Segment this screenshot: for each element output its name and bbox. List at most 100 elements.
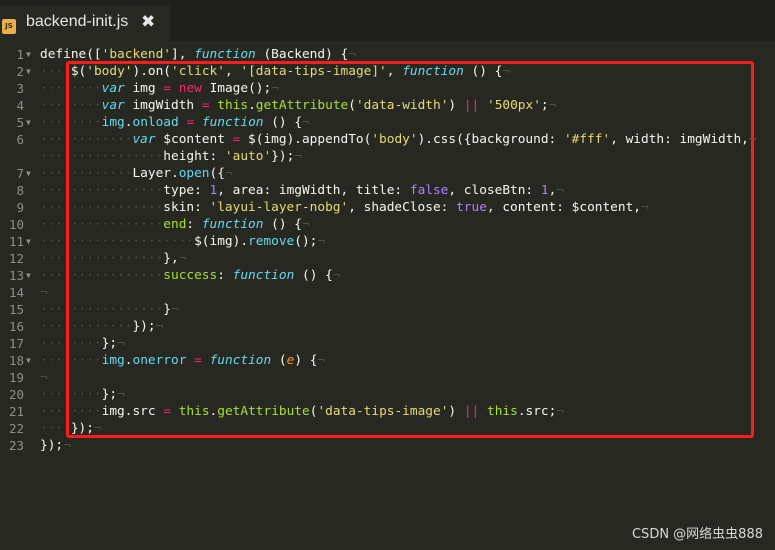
code-line: ········};¬	[40, 335, 125, 352]
close-icon[interactable]: ✖	[141, 12, 155, 32]
line-end-marker: ¬	[155, 319, 164, 334]
line-number: 23	[8, 438, 24, 453]
line-number: 2	[16, 64, 24, 79]
line-end-marker: ¬	[63, 438, 71, 453]
code-token: this	[217, 98, 249, 113]
js-file-icon: JS	[2, 19, 16, 34]
code-token: });	[271, 149, 295, 164]
line-end-marker: ¬	[224, 166, 233, 181]
line-end-marker: ¬	[117, 336, 125, 351]
code-token: 'auto'	[224, 149, 272, 164]
code-token: }	[163, 302, 171, 317]
indent-guide: ············	[40, 319, 133, 334]
line-end-marker: ¬	[302, 115, 310, 130]
fold-arrow-icon[interactable]: ▼	[26, 352, 31, 369]
code-editor[interactable]: define(['backend'], function (Backend) {…	[40, 43, 775, 550]
code-token: 'data-tips-image'	[317, 404, 449, 419]
code-token: },	[163, 251, 179, 266]
line-number: 3	[16, 81, 24, 96]
code-line: ················end: function () {¬	[40, 216, 310, 233]
indent-guide: ········	[40, 81, 102, 96]
code-line: ········img.onload = function () {¬	[40, 114, 310, 131]
tab-bar: JS backend-init.js ✖	[0, 0, 775, 41]
fold-arrow-icon[interactable]: ▼	[26, 63, 31, 80]
code-line: define(['backend'], function (Backend) {…	[40, 46, 356, 63]
line-number: 20	[8, 387, 24, 402]
line-end-marker: ¬	[556, 404, 565, 419]
code-token: $(img).appendTo(	[240, 132, 372, 147]
code-token: img.src	[101, 404, 164, 419]
code-line: ¬	[40, 369, 48, 386]
code-token: img	[124, 81, 164, 96]
code-line: ····$('body').on('click', '[data-tips-im…	[40, 63, 510, 80]
code-token: , content: $content,	[486, 200, 641, 215]
line-number: 18	[8, 353, 24, 368]
tab-title[interactable]: backend-init.js	[26, 13, 128, 31]
line-number: 11	[8, 234, 24, 249]
code-token: imgWidth	[124, 98, 202, 113]
line-end-marker: ¬	[294, 149, 302, 164]
code-token: $content	[155, 132, 233, 147]
line-end-marker: ¬	[117, 387, 125, 402]
code-line: ················success: function () {¬	[40, 267, 341, 284]
code-token: .	[248, 98, 256, 113]
code-token: 'backend'	[101, 47, 171, 62]
code-token: };	[101, 387, 118, 402]
code-token: 'body'	[86, 64, 133, 79]
code-token: () {	[294, 268, 333, 283]
indent-guide: ····················	[40, 234, 195, 249]
code-token: , shadeClose:	[348, 200, 457, 215]
code-token: });	[40, 438, 64, 453]
code-line: ················height: 'auto'});¬	[40, 148, 302, 165]
code-token: ({	[209, 166, 225, 181]
code-token: var	[132, 132, 156, 147]
code-token: =	[163, 404, 171, 419]
code-token: (	[348, 98, 356, 113]
code-token: var	[101, 81, 125, 96]
code-token: () {	[263, 217, 302, 232]
watermark: CSDN @网络虫虫888	[631, 527, 763, 542]
line-number: 15	[8, 302, 24, 317]
code-token: function	[209, 353, 272, 368]
code-token: =	[186, 115, 195, 130]
code-token: '[data-tips-image]'	[240, 64, 387, 79]
fold-arrow-icon[interactable]: ▼	[26, 46, 31, 63]
code-token: '#fff'	[563, 132, 611, 147]
indent-guide: ············	[40, 132, 133, 147]
code-token: , area: imgWidth, title:	[217, 183, 410, 198]
code-token: Image();	[201, 81, 272, 96]
code-token: function	[194, 47, 256, 62]
line-number-gutter: 1 ▼ 2 ▼ 3 4 5 ▼ 6 7 ▼ 8 9 10 11 ▼ 12 13 ▼ 14 15 16 17 18 ▼ 19 20 21…	[0, 43, 36, 550]
line-number: 14	[8, 285, 24, 300]
line-number: 4	[16, 98, 24, 113]
indent-guide: ················	[40, 200, 164, 215]
fold-arrow-icon[interactable]: ▼	[26, 233, 31, 250]
indent-guide: ················	[40, 268, 164, 283]
code-line: ················},¬	[40, 250, 186, 267]
line-end-marker: ¬	[302, 217, 310, 232]
code-token: function	[201, 115, 264, 130]
code-token: :	[186, 217, 202, 232]
line-end-marker: ¬	[178, 251, 187, 266]
fold-arrow-icon[interactable]: ▼	[26, 114, 31, 131]
line-end-marker: ¬	[271, 81, 279, 96]
code-line: ¬	[40, 284, 48, 301]
fold-arrow-icon[interactable]: ▼	[26, 267, 31, 284]
line-number: 5	[16, 115, 24, 130]
indent-guide: ········	[40, 98, 102, 113]
code-token: success	[163, 268, 218, 283]
line-number: 8	[16, 183, 24, 198]
code-token: 1	[540, 183, 549, 198]
line-number: 19	[8, 370, 24, 385]
fold-arrow-icon[interactable]: ▼	[26, 165, 31, 182]
code-token: ;	[540, 98, 549, 113]
code-token: Layer.	[132, 166, 179, 181]
code-token: define([	[40, 47, 102, 62]
code-token: function	[232, 268, 295, 283]
editor-tab[interactable]: JS backend-init.js ✖	[0, 5, 170, 41]
code-line: ········};¬	[40, 386, 125, 403]
indent-guide: ········	[40, 115, 102, 130]
code-token: height:	[163, 149, 225, 164]
